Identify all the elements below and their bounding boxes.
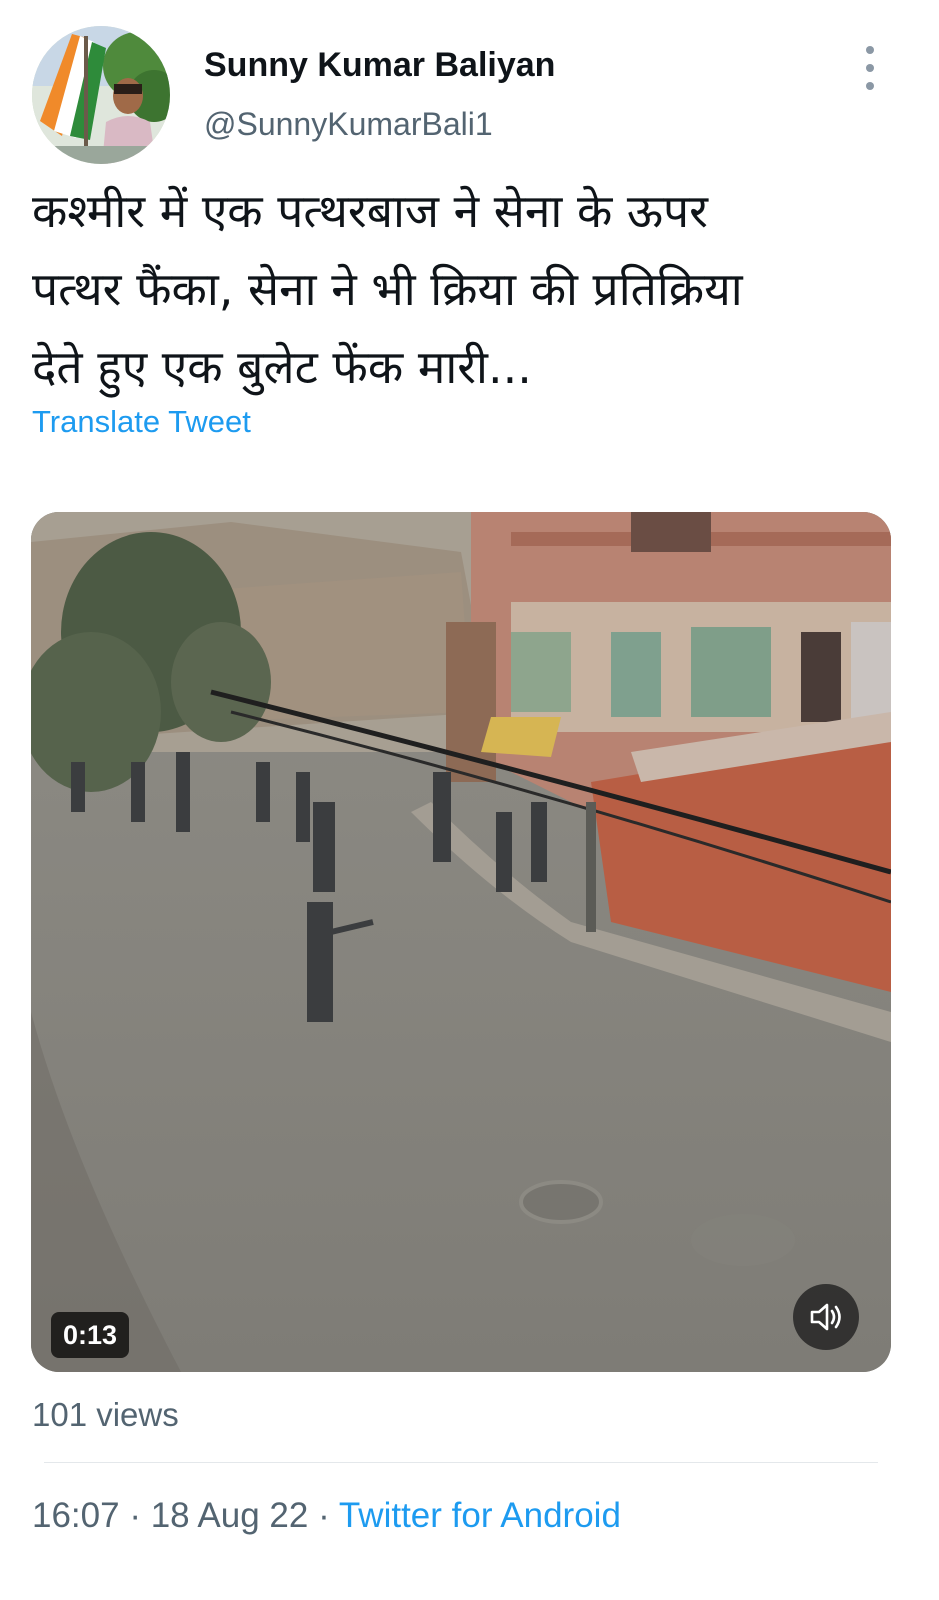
tweet-text: कश्मीर में एक पत्थरबाज ने सेना के ऊपर पत…: [32, 172, 902, 406]
tweet-time[interactable]: 16:07: [32, 1496, 120, 1535]
speaker-muted-icon[interactable]: [793, 1284, 859, 1350]
meta-separator: ·: [119, 1496, 151, 1535]
tweet-source-link[interactable]: Twitter for Android: [339, 1496, 621, 1535]
tweet-meta: 16:07 · 18 Aug 22 · Twitter for Android: [32, 1496, 621, 1536]
author-handle[interactable]: @SunnyKumarBali1: [204, 106, 493, 143]
tweet-text-line: देते हुए एक बुलेट फेंक मारी...: [32, 340, 532, 394]
divider: [44, 1462, 878, 1463]
translate-tweet-link[interactable]: Translate Tweet: [32, 404, 251, 440]
tweet-date[interactable]: 18 Aug 22: [151, 1496, 309, 1535]
avatar[interactable]: [32, 26, 170, 164]
video-player[interactable]: 0:13: [31, 512, 891, 1372]
tweet-text-line: कश्मीर में एक पत्थरबाज ने सेना के ऊपर: [32, 184, 708, 238]
volume-glyph: [810, 1303, 841, 1331]
video-duration-badge: 0:13: [51, 1312, 130, 1358]
more-options-icon[interactable]: [858, 46, 882, 90]
tweet-text-line: पत्थर फैंका, सेना ने भी क्रिया की प्रतिक…: [32, 262, 743, 316]
author-name[interactable]: Sunny Kumar Baliyan: [204, 46, 555, 85]
meta-separator: ·: [308, 1496, 339, 1535]
avatar-photo: [32, 26, 170, 164]
video-frame: [31, 512, 891, 1372]
view-count: 101 views: [32, 1396, 179, 1433]
